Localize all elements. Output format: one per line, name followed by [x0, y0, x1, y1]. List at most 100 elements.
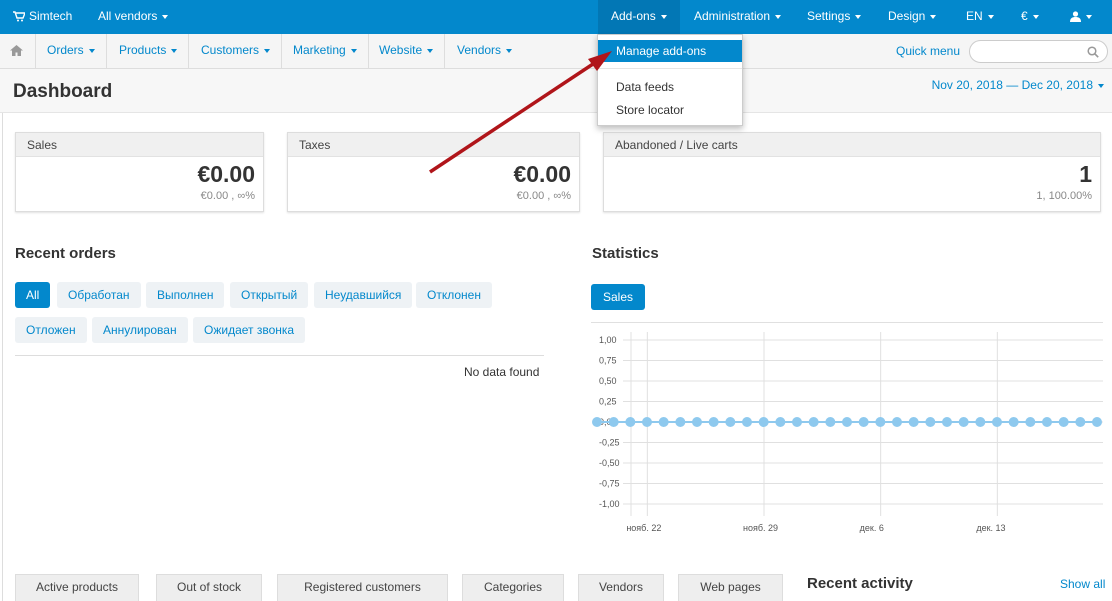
nav-products-label: Products	[119, 43, 167, 57]
sales-card-value: €0.00	[197, 161, 255, 187]
data-point	[758, 417, 769, 427]
taxes-card-label: Taxes	[288, 133, 579, 157]
user-icon	[1070, 11, 1081, 23]
data-point	[1042, 417, 1052, 427]
home-button[interactable]	[0, 34, 36, 68]
data-point	[792, 417, 802, 427]
nav-orders[interactable]: Orders	[36, 34, 107, 68]
show-all-link[interactable]: Show all	[1060, 577, 1105, 591]
data-point	[875, 417, 886, 427]
data-point	[908, 417, 919, 427]
tab-vendors[interactable]: Vendors	[578, 574, 664, 601]
menu-administration[interactable]: Administration	[694, 0, 782, 34]
data-point	[658, 417, 669, 427]
filter-canceled[interactable]: Аннулирован	[92, 317, 188, 343]
y-tick-label: 0,50	[599, 376, 617, 386]
nav-vendors[interactable]: Vendors	[446, 34, 523, 68]
chevron-down-icon	[660, 14, 667, 19]
tab-registered-customers[interactable]: Registered customers	[277, 574, 448, 601]
nav-customers[interactable]: Customers	[190, 34, 283, 68]
tab-sales[interactable]: Sales	[591, 284, 646, 310]
carts-card-value: 1	[1079, 161, 1092, 187]
y-tick-label: -0,25	[599, 438, 620, 448]
tab-web-pages[interactable]: Web pages	[678, 574, 783, 601]
menu-settings[interactable]: Settings	[807, 0, 862, 34]
recent-activity-title: Recent activity	[807, 575, 913, 592]
data-point	[892, 417, 902, 427]
data-point	[625, 417, 636, 427]
chevron-down-icon	[1086, 14, 1092, 19]
taxes-card[interactable]: Taxes €0.00 €0.00 , ∞%	[287, 132, 580, 212]
secondary-navbar: Orders Products Customers Marketing Webs…	[0, 34, 1112, 69]
search-input[interactable]	[969, 40, 1108, 63]
chevron-down-icon	[350, 48, 357, 53]
nav-orders-label: Orders	[47, 43, 84, 57]
x-tick-label: нояб. 22	[626, 523, 661, 533]
filter-processed[interactable]: Обработан	[57, 282, 141, 308]
menu-addons[interactable]: Add-ons	[598, 0, 680, 34]
data-point	[925, 417, 936, 427]
menu-design-label: Design	[888, 9, 926, 23]
search-icon	[1087, 46, 1099, 58]
sales-chart: 1,000,750,500,250,00-0,25-0,50-0,75-1,00…	[592, 332, 1103, 533]
y-tick-label: -0,50	[599, 458, 620, 468]
quick-menu[interactable]: Quick menu	[896, 34, 960, 68]
divider	[15, 355, 544, 356]
carts-card[interactable]: Abandoned / Live carts 1 1, 100.00%	[603, 132, 1101, 212]
store-link[interactable]: Simtech	[13, 0, 72, 34]
filter-backordered[interactable]: Отложен	[15, 317, 87, 343]
chevron-down-icon	[930, 14, 937, 19]
x-tick-label: дек. 13	[976, 523, 1005, 533]
carts-card-label: Abandoned / Live carts	[604, 133, 1100, 157]
data-point	[975, 417, 986, 427]
data-point	[942, 417, 952, 427]
nav-products[interactable]: Products	[108, 34, 190, 68]
data-point	[958, 417, 969, 427]
date-range-picker[interactable]: Nov 20, 2018 — Dec 20, 2018	[932, 78, 1104, 92]
sales-card-sub: €0.00 , ∞%	[200, 190, 255, 202]
data-point	[675, 417, 686, 427]
filter-open[interactable]: Открытый	[230, 282, 309, 308]
x-tick-label: дек. 6	[860, 523, 884, 533]
y-tick-label: 0,25	[599, 397, 617, 407]
menu-item-data-feeds[interactable]: Data feeds	[598, 76, 742, 98]
filter-complete[interactable]: Выполнен	[146, 282, 225, 308]
chevron-down-icon	[88, 48, 95, 53]
data-point	[825, 417, 836, 427]
nav-marketing[interactable]: Marketing	[282, 34, 369, 68]
chevron-down-icon	[775, 14, 782, 19]
tab-out-of-stock[interactable]: Out of stock	[156, 574, 262, 601]
data-point	[992, 417, 1002, 427]
menu-currency[interactable]: €	[1021, 0, 1039, 34]
nav-customers-label: Customers	[201, 43, 260, 57]
user-menu[interactable]	[1070, 0, 1092, 34]
nav-website-label: Website	[379, 43, 423, 57]
data-point	[692, 417, 702, 427]
data-point	[858, 417, 869, 427]
menu-language[interactable]: EN	[966, 0, 994, 34]
nav-vendors-label: Vendors	[457, 43, 502, 57]
addons-dropdown: Manage add-ons Data feeds Store locator	[597, 34, 743, 126]
nav-marketing-label: Marketing	[293, 43, 346, 57]
menu-addons-label: Add-ons	[611, 9, 656, 23]
filter-failed[interactable]: Неудавшийся	[314, 282, 413, 308]
y-tick-label: 1,00	[599, 335, 617, 345]
top-navbar: Simtech All vendors Add-ons Administrati…	[0, 0, 1112, 34]
filter-declined[interactable]: Отклонен	[416, 282, 492, 308]
chevron-down-icon	[162, 14, 169, 19]
tab-categories[interactable]: Categories	[462, 574, 564, 601]
filter-all[interactable]: All	[15, 282, 51, 308]
tab-active-products[interactable]: Active products	[15, 574, 139, 601]
filter-awaiting-call[interactable]: Ожидает звонка	[193, 317, 306, 343]
data-point	[1008, 417, 1019, 427]
data-point	[1058, 417, 1069, 427]
menu-item-store-locator[interactable]: Store locator	[598, 99, 742, 121]
menu-item-manage-addons[interactable]: Manage add-ons	[598, 40, 742, 62]
sales-card[interactable]: Sales €0.00 €0.00 , ∞%	[15, 132, 264, 212]
vendors-selector[interactable]: All vendors	[98, 0, 169, 34]
menu-design[interactable]: Design	[888, 0, 937, 34]
chevron-down-icon	[171, 48, 178, 53]
nav-website[interactable]: Website	[368, 34, 446, 68]
data-point	[1025, 417, 1036, 427]
chevron-down-icon	[987, 14, 994, 19]
